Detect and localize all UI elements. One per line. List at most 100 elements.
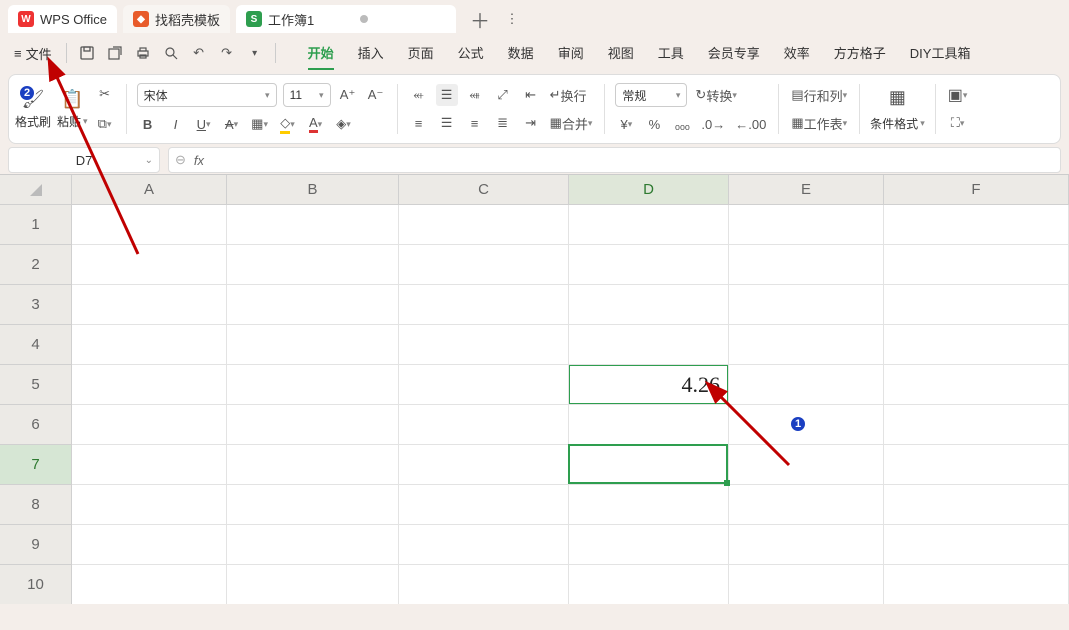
comma-icon[interactable]: ₒₒₒ [671,113,693,135]
cell-C2[interactable] [399,245,569,285]
cell-F6[interactable] [884,405,1069,445]
cell-F4[interactable] [884,325,1069,365]
cell-E10[interactable] [729,565,884,604]
cell-F10[interactable] [884,565,1069,604]
cell-A9[interactable] [72,525,227,565]
ribbon-tab-efficiency[interactable]: 效率 [784,37,810,70]
col-header-B[interactable]: B [227,175,399,205]
cancel-formula-icon[interactable]: ⊖ [175,152,186,168]
convert-button[interactable]: ↻转换▾ [693,84,738,106]
font-size-select[interactable]: 11▾ [283,83,331,107]
cell-B9[interactable] [227,525,399,565]
ribbon-tab-tools[interactable]: 工具 [658,37,684,70]
increase-font-icon[interactable]: A⁺ [337,84,359,106]
align-right-icon[interactable]: ≡ [464,112,486,134]
cell-C10[interactable] [399,565,569,604]
cell-B8[interactable] [227,485,399,525]
ribbon-tab-insert[interactable]: 插入 [358,37,384,70]
cell-F8[interactable] [884,485,1069,525]
cell-A8[interactable] [72,485,227,525]
tab-template[interactable]: ◆ 找稻壳模板 [123,5,230,33]
qat-dropdown[interactable]: ▾ [243,41,267,65]
row-header-9[interactable]: 9 [0,525,72,565]
merge-cells-button[interactable]: ▦合并▾ [548,112,595,134]
ribbon-tab-start[interactable]: 开始 [308,37,334,70]
ribbon-tab-page[interactable]: 页面 [408,37,434,70]
cell-C1[interactable] [399,205,569,245]
row-header-3[interactable]: 3 [0,285,72,325]
cell-D2[interactable] [569,245,729,285]
decrease-decimal-icon[interactable]: .0→ [699,113,727,135]
ribbon-tab-diy[interactable]: DIY工具箱 [910,37,971,70]
table-style-icon[interactable]: ▦ [886,87,908,109]
percent-icon[interactable]: % [643,113,665,135]
cell-E8[interactable] [729,485,884,525]
align-center-icon[interactable]: ☰ [436,112,458,134]
col-header-C[interactable]: C [399,175,569,205]
cell-F3[interactable] [884,285,1069,325]
rows-cols-button[interactable]: ▤ 行和列▾ [789,84,849,106]
spreadsheet-grid[interactable]: ABCDEF 12345678910 4.26 1 [0,174,1069,604]
cell-A7[interactable] [72,445,227,485]
col-header-F[interactable]: F [884,175,1069,205]
cell-B7[interactable] [227,445,399,485]
cell-D1[interactable] [569,205,729,245]
indent-increase-icon[interactable]: ⇥ [520,112,542,134]
fill-color-icon[interactable]: ◇▾ [277,113,299,135]
align-left-icon[interactable]: ≡ [408,112,430,134]
decrease-font-icon[interactable]: A⁻ [365,84,387,106]
row-header-7[interactable]: 7 [0,445,72,485]
cell-E2[interactable] [729,245,884,285]
cell-A6[interactable] [72,405,227,445]
worksheet-button[interactable]: ▦ 工作表▾ [789,112,849,134]
crop-icon[interactable]: ⛶▾ [947,112,969,134]
justify-icon[interactable]: ≣ [492,112,514,134]
align-top-icon[interactable]: ⬴ [408,84,430,106]
borders-icon[interactable]: ▦▾ [249,113,271,135]
cell-B5[interactable] [227,365,399,405]
increase-decimal-icon[interactable]: ←.00 [733,113,768,135]
cell-B4[interactable] [227,325,399,365]
col-header-D[interactable]: D [569,175,729,205]
ribbon-tab-formula[interactable]: 公式 [458,37,484,70]
cell-B1[interactable] [227,205,399,245]
cell-E4[interactable] [729,325,884,365]
fx-icon[interactable]: fx [194,153,204,168]
redo-icon[interactable]: ↷ [215,41,239,65]
cell-A5[interactable] [72,365,227,405]
cell-A4[interactable] [72,325,227,365]
cell-B10[interactable] [227,565,399,604]
formula-bar[interactable]: ⊖ fx [168,147,1061,173]
cell-D3[interactable] [569,285,729,325]
cell-D10[interactable] [569,565,729,604]
cell-E3[interactable] [729,285,884,325]
row-header-6[interactable]: 6 [0,405,72,445]
cell-D8[interactable] [569,485,729,525]
tab-menu-dropdown[interactable]: ⋮ [500,7,524,31]
strikethrough-icon[interactable]: A▾ [221,113,243,135]
cell-E1[interactable] [729,205,884,245]
align-middle-icon[interactable]: ☰ [436,84,458,106]
cell-F2[interactable] [884,245,1069,285]
column-headers[interactable]: ABCDEF [72,175,1069,205]
row-header-8[interactable]: 8 [0,485,72,525]
col-header-E[interactable]: E [729,175,884,205]
undo-icon[interactable]: ↶ [187,41,211,65]
number-format-select[interactable]: 常规▾ [615,83,687,107]
italic-icon[interactable]: I [165,113,187,135]
cell-E9[interactable] [729,525,884,565]
row-header-5[interactable]: 5 [0,365,72,405]
ribbon-tab-view[interactable]: 视图 [608,37,634,70]
cell-F7[interactable] [884,445,1069,485]
ribbon-tab-member[interactable]: 会员专享 [708,37,760,70]
new-tab-button[interactable]: ＋ [466,5,494,33]
row-header-10[interactable]: 10 [0,565,72,604]
cell-C7[interactable] [399,445,569,485]
cell-C6[interactable] [399,405,569,445]
cell-C5[interactable] [399,365,569,405]
cell-A10[interactable] [72,565,227,604]
cell-F5[interactable] [884,365,1069,405]
tab-wps-office[interactable]: W WPS Office [8,5,117,33]
cell-C8[interactable] [399,485,569,525]
cell-C9[interactable] [399,525,569,565]
